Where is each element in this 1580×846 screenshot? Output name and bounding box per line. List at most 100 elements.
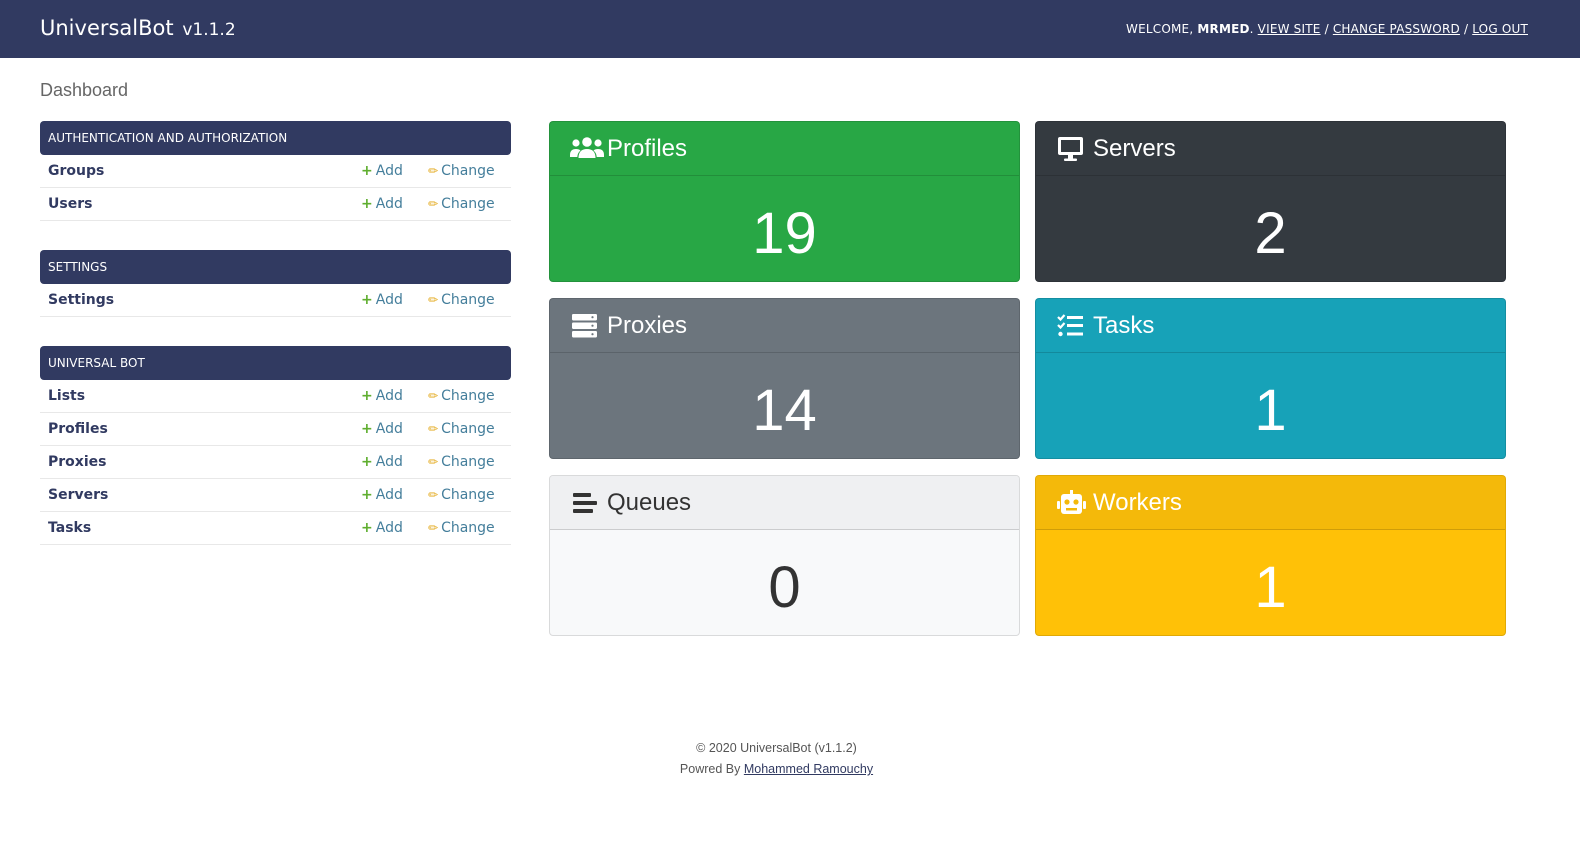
proxies-count: 14 <box>752 378 817 443</box>
change-link[interactable]: ✏ Change <box>428 520 495 536</box>
pencil-icon: ✏ <box>428 455 439 469</box>
card-body: 1 <box>1036 353 1505 458</box>
model-row-groups: Groups + Add ✏ Change <box>40 155 511 188</box>
model-row-profiles: Profiles + Add ✏ Change <box>40 413 511 446</box>
card-title: Queues <box>607 489 692 516</box>
model-name[interactable]: Lists <box>48 388 85 404</box>
add-link[interactable]: + Add <box>361 388 403 404</box>
server-icon <box>572 314 597 338</box>
robot-icon <box>1057 490 1086 514</box>
module-caption[interactable]: Authentication and Authorization <box>40 121 511 155</box>
pencil-icon: ✏ <box>428 164 439 178</box>
queues-count: 0 <box>768 555 801 620</box>
plus-icon: + <box>361 292 373 308</box>
card-title: Workers <box>1093 489 1182 516</box>
change-link[interactable]: ✏ Change <box>428 487 495 503</box>
username: MRMED <box>1197 22 1250 36</box>
pencil-icon: ✏ <box>428 197 439 211</box>
servers-count: 2 <box>1254 201 1287 266</box>
view-site-link[interactable]: VIEW SITE <box>1258 22 1321 36</box>
change-link[interactable]: ✏ Change <box>428 163 495 179</box>
model-row-users: Users + Add ✏ Change <box>40 188 511 221</box>
model-row-proxies: Proxies + Add ✏ Change <box>40 446 511 479</box>
header: UniversalBot v1.1.2 WELCOME, MRMED. VIEW… <box>0 0 1580 58</box>
add-link[interactable]: + Add <box>361 421 403 437</box>
workers-card[interactable]: Workers 1 <box>1035 475 1506 636</box>
proxies-card[interactable]: Proxies 14 <box>549 298 1020 459</box>
brand-name[interactable]: UniversalBot <box>40 16 174 40</box>
plus-icon: + <box>361 163 373 179</box>
stream-icon <box>573 493 597 513</box>
module-universal-bot: Universal Bot Lists + Add ✏ Change Profile… <box>40 346 511 545</box>
change-link[interactable]: ✏ Change <box>428 196 495 212</box>
branding[interactable]: UniversalBot v1.1.2 <box>40 16 236 40</box>
pencil-icon: ✏ <box>428 422 439 436</box>
page-title: Dashboard <box>40 80 129 100</box>
card-body: 1 <box>1036 530 1505 635</box>
pencil-icon: ✏ <box>428 293 439 307</box>
pencil-icon: ✏ <box>428 521 439 535</box>
tasks-icon <box>1057 314 1083 337</box>
card-title: Profiles <box>607 135 688 162</box>
copyright-text: © 2020 UniversalBot (v1.1.2) <box>696 741 857 755</box>
users-icon <box>570 137 604 158</box>
log-out-link[interactable]: LOG OUT <box>1472 22 1528 36</box>
add-link[interactable]: + Add <box>361 163 403 179</box>
profiles-card[interactable]: Profiles 19 <box>549 121 1020 282</box>
card-title: Proxies <box>607 312 688 339</box>
add-link[interactable]: + Add <box>361 487 403 503</box>
module-auth: Authentication and Authorization Groups … <box>40 121 511 221</box>
tasks-count: 1 <box>1254 378 1287 443</box>
welcome-text: WELCOME, <box>1126 22 1194 36</box>
model-row-tasks: Tasks + Add ✏ Change <box>40 512 511 545</box>
plus-icon: + <box>361 421 373 437</box>
servers-card[interactable]: Servers 2 <box>1035 121 1506 282</box>
plus-icon: + <box>361 487 373 503</box>
author-link[interactable]: Mohammed Ramouchy <box>744 762 873 776</box>
model-name[interactable]: Users <box>48 196 92 212</box>
change-link[interactable]: ✏ Change <box>428 421 495 437</box>
desktop-icon <box>1058 137 1083 161</box>
tasks-card[interactable]: Tasks 1 <box>1035 298 1506 459</box>
module-caption[interactable]: Settings <box>40 250 511 284</box>
card-header: Servers <box>1036 122 1505 176</box>
change-link[interactable]: ✏ Change <box>428 454 495 470</box>
profiles-count: 19 <box>752 201 817 266</box>
card-body: 0 <box>550 530 1019 635</box>
pencil-icon: ✏ <box>428 389 439 403</box>
queues-card[interactable]: Queues 0 <box>549 475 1020 636</box>
model-row-servers: Servers + Add ✏ Change <box>40 479 511 512</box>
change-link[interactable]: ✏ Change <box>428 388 495 404</box>
module-settings: Settings Settings + Add ✏ Change <box>40 250 511 317</box>
card-body: 19 <box>550 176 1019 281</box>
card-header: Profiles <box>550 122 1019 176</box>
card-body: 14 <box>550 353 1019 458</box>
add-link[interactable]: + Add <box>361 454 403 470</box>
module-caption[interactable]: Universal Bot <box>40 346 511 380</box>
card-header: Workers <box>1036 476 1505 530</box>
user-tools: WELCOME, MRMED. VIEW SITE / CHANGE PASSW… <box>1126 22 1528 36</box>
model-name[interactable]: Profiles <box>48 421 108 437</box>
add-link[interactable]: + Add <box>361 196 403 212</box>
model-name[interactable]: Settings <box>48 292 114 308</box>
plus-icon: + <box>361 520 373 536</box>
workers-count: 1 <box>1254 555 1287 620</box>
add-link[interactable]: + Add <box>361 520 403 536</box>
plus-icon: + <box>361 196 373 212</box>
change-password-link[interactable]: CHANGE PASSWORD <box>1333 22 1460 36</box>
card-title: Servers <box>1093 135 1176 162</box>
model-name[interactable]: Servers <box>48 487 108 503</box>
model-name[interactable]: Proxies <box>48 454 106 470</box>
card-header: Proxies <box>550 299 1019 353</box>
powered-by: Powred By Mohammed Ramouchy <box>0 759 1553 780</box>
model-name[interactable]: Groups <box>48 163 104 179</box>
card-title: Tasks <box>1093 312 1155 339</box>
model-name[interactable]: Tasks <box>48 520 91 536</box>
card-body: 2 <box>1036 176 1505 281</box>
plus-icon: + <box>361 388 373 404</box>
brand-version: v1.1.2 <box>182 20 236 40</box>
change-link[interactable]: ✏ Change <box>428 292 495 308</box>
powered-by-label: Powred By <box>679 762 741 776</box>
plus-icon: + <box>361 454 373 470</box>
add-link[interactable]: + Add <box>361 292 403 308</box>
